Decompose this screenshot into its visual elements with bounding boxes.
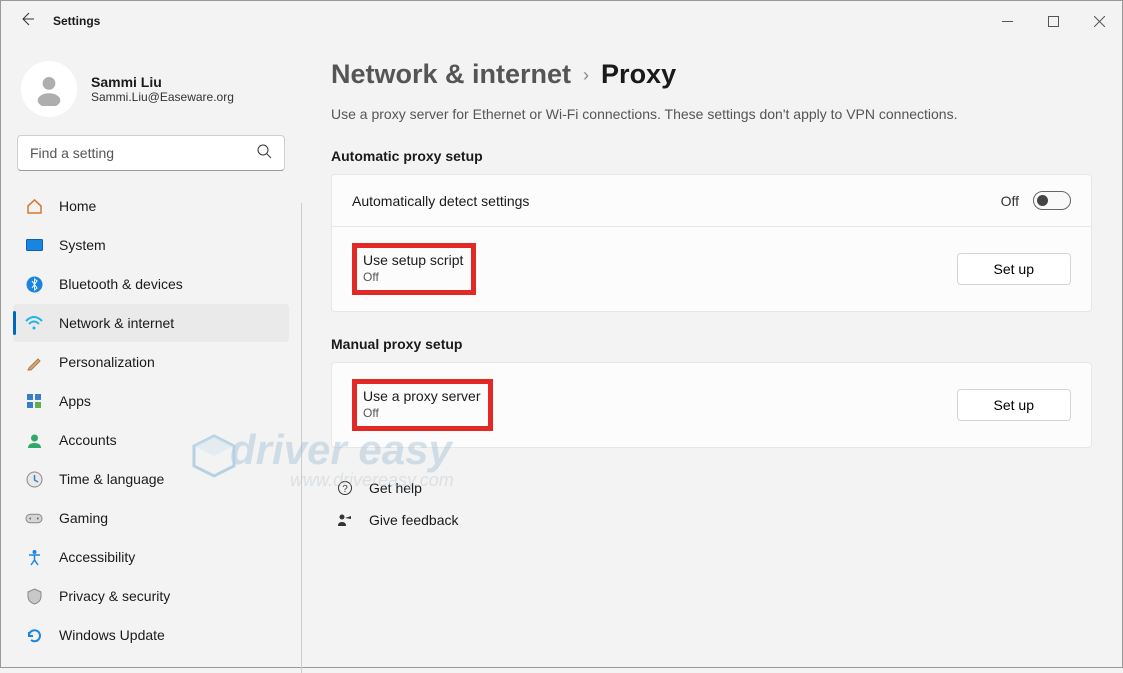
- network-icon: [25, 314, 43, 332]
- sidebar-item-label: System: [59, 237, 106, 253]
- setup-script-label: Use setup script: [363, 252, 463, 268]
- manual-section-title: Manual proxy setup: [331, 336, 1092, 352]
- sidebar-item-label: Time & language: [59, 471, 164, 487]
- auto-section-card: Automatically detect settings Off Use se…: [331, 174, 1092, 312]
- sidebar-item-label: Accessibility: [59, 549, 135, 565]
- titlebar: Settings: [1, 1, 1122, 41]
- get-help-label: Get help: [369, 480, 422, 496]
- apps-icon: [25, 392, 43, 410]
- personalization-icon: [25, 353, 43, 371]
- page-title: Proxy: [601, 59, 676, 90]
- setup-script-button[interactable]: Set up: [957, 253, 1071, 285]
- help-links: ? Get help Give feedback: [331, 472, 1092, 536]
- sidebar-item-network[interactable]: Network & internet: [13, 304, 289, 342]
- feedback-label: Give feedback: [369, 512, 459, 528]
- give-feedback-link[interactable]: Give feedback: [331, 504, 1092, 536]
- privacy-icon: [25, 587, 43, 605]
- sidebar-item-label: Gaming: [59, 510, 108, 526]
- window-controls: [984, 1, 1122, 41]
- breadcrumb: Network & internet › Proxy: [331, 59, 1092, 90]
- auto-section-title: Automatic proxy setup: [331, 148, 1092, 164]
- sidebar-item-bluetooth[interactable]: Bluetooth & devices: [13, 265, 289, 303]
- minimize-button[interactable]: [984, 1, 1030, 41]
- auto-detect-toggle[interactable]: [1033, 191, 1071, 210]
- profile-email: Sammi.Liu@Easeware.org: [91, 90, 234, 104]
- sidebar-item-system[interactable]: System: [13, 226, 289, 264]
- setup-script-row: Use setup script Off Set up: [332, 227, 1091, 311]
- auto-detect-row: Automatically detect settings Off: [332, 175, 1091, 227]
- app-title: Settings: [53, 14, 100, 28]
- time-icon: [25, 470, 43, 488]
- close-button[interactable]: [1076, 1, 1122, 41]
- gaming-icon: [25, 509, 43, 527]
- avatar: [21, 61, 77, 117]
- sidebar-item-label: Bluetooth & devices: [59, 276, 183, 292]
- nav-list: Home System Bluetooth & devices Network …: [13, 187, 289, 654]
- bluetooth-icon: [25, 275, 43, 293]
- home-icon: [25, 197, 43, 215]
- proxy-setup-button[interactable]: Set up: [957, 389, 1071, 421]
- sidebar-item-label: Network & internet: [59, 315, 174, 331]
- highlight-box: Use a proxy server Off: [352, 379, 493, 431]
- sidebar-item-home[interactable]: Home: [13, 187, 289, 225]
- profile-block[interactable]: Sammi Liu Sammi.Liu@Easeware.org: [13, 51, 289, 135]
- sidebar-item-gaming[interactable]: Gaming: [13, 499, 289, 537]
- maximize-button[interactable]: [1030, 1, 1076, 41]
- auto-detect-state: Off: [1001, 193, 1019, 209]
- help-icon: ?: [335, 480, 355, 496]
- sidebar-item-label: Personalization: [59, 354, 155, 370]
- accessibility-icon: [25, 548, 43, 566]
- sidebar-item-label: Privacy & security: [59, 588, 170, 604]
- sidebar-item-update[interactable]: Windows Update: [13, 616, 289, 654]
- profile-name: Sammi Liu: [91, 74, 234, 90]
- sidebar-item-privacy[interactable]: Privacy & security: [13, 577, 289, 615]
- setup-script-state: Off: [363, 270, 463, 284]
- sidebar-item-personalization[interactable]: Personalization: [13, 343, 289, 381]
- sidebar-item-label: Home: [59, 198, 96, 214]
- accounts-icon: [25, 431, 43, 449]
- sidebar-item-label: Apps: [59, 393, 91, 409]
- proxy-server-state: Off: [363, 406, 480, 420]
- svg-text:?: ?: [342, 484, 348, 495]
- sidebar-item-time[interactable]: Time & language: [13, 460, 289, 498]
- proxy-server-label: Use a proxy server: [363, 388, 480, 404]
- chevron-right-icon: ›: [583, 65, 589, 86]
- sidebar-item-apps[interactable]: Apps: [13, 382, 289, 420]
- sidebar-item-accounts[interactable]: Accounts: [13, 421, 289, 459]
- breadcrumb-parent[interactable]: Network & internet: [331, 59, 571, 90]
- main-panel: Network & internet › Proxy Use a proxy s…: [301, 41, 1122, 667]
- get-help-link[interactable]: ? Get help: [331, 472, 1092, 504]
- auto-detect-label: Automatically detect settings: [352, 193, 529, 209]
- system-icon: [25, 236, 43, 254]
- highlight-box: Use setup script Off: [352, 243, 476, 295]
- sidebar-item-label: Accounts: [59, 432, 117, 448]
- sidebar-item-label: Windows Update: [59, 627, 165, 643]
- proxy-server-row: Use a proxy server Off Set up: [332, 363, 1091, 447]
- back-arrow-icon[interactable]: [19, 11, 35, 32]
- update-icon: [25, 626, 43, 644]
- manual-section-card: Use a proxy server Off Set up: [331, 362, 1092, 448]
- search-input-wrapper[interactable]: [17, 135, 285, 171]
- sidebar-item-accessibility[interactable]: Accessibility: [13, 538, 289, 576]
- search-input[interactable]: [30, 145, 257, 161]
- feedback-icon: [335, 512, 355, 528]
- page-description: Use a proxy server for Ethernet or Wi-Fi…: [331, 106, 1092, 122]
- sidebar: Sammi Liu Sammi.Liu@Easeware.org Home Sy…: [1, 41, 301, 667]
- search-icon: [257, 144, 272, 162]
